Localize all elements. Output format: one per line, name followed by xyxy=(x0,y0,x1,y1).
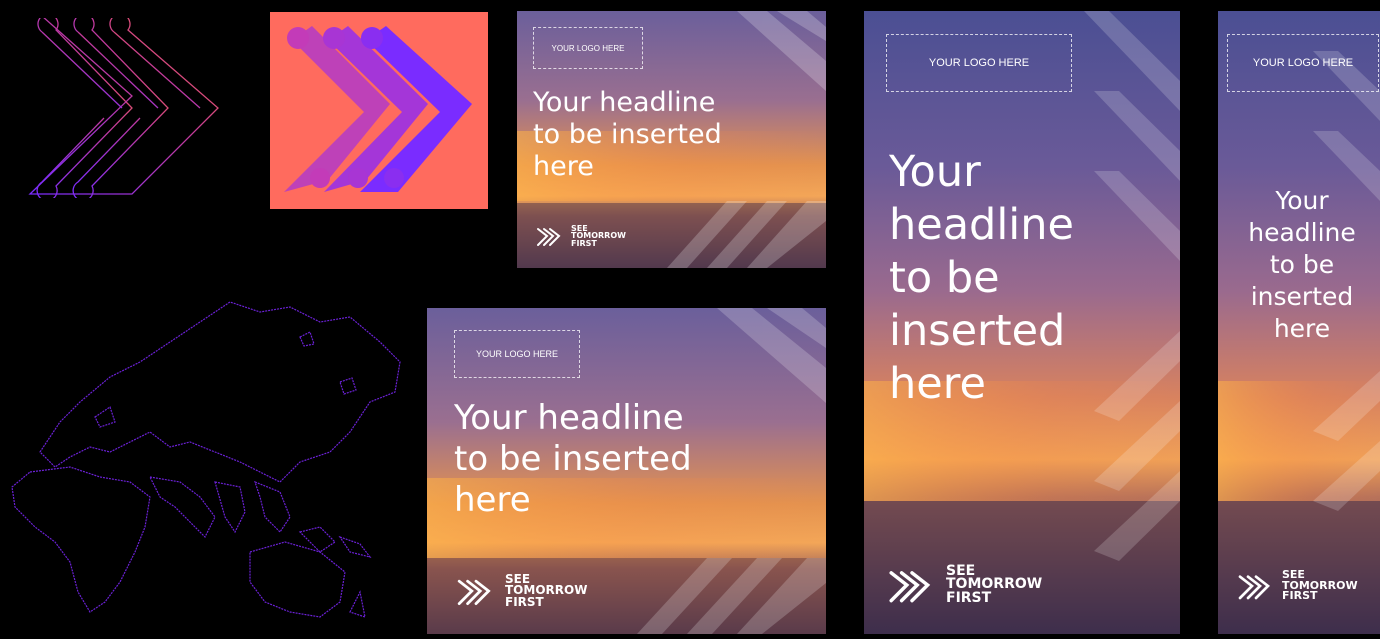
headline: Your headline to be inserted here xyxy=(1248,186,1356,343)
logo-placeholder: YOUR LOGO HERE xyxy=(886,34,1072,92)
logo-placeholder: YOUR LOGO HERE xyxy=(533,27,643,69)
triple-chevron-brand-icon xyxy=(1238,575,1271,600)
banner-ad-landscape-small: YOUR LOGO HERE Your headline to be inser… xyxy=(517,11,826,268)
brand-lockup: SEE TOMORROW FIRST xyxy=(886,559,1042,611)
logo-placeholder: YOUR LOGO HERE xyxy=(1227,34,1379,92)
triple-chevron-brand-icon xyxy=(457,579,491,605)
logo-placeholder: YOUR LOGO HERE xyxy=(454,330,580,378)
triple-chevron-brand-icon xyxy=(889,571,931,603)
triple-chevron-filled-icon xyxy=(270,12,488,209)
headline: Your headline to be inserted here xyxy=(533,87,722,182)
triple-chevron-brand-icon xyxy=(537,228,561,246)
brand-lockup: SEE TOMORROW FIRST xyxy=(455,570,587,612)
brand-lockup: SEE TOMORROW FIRST xyxy=(1236,566,1358,606)
banner-ad-portrait: YOUR LOGO HERE Your headline to be inser… xyxy=(864,11,1180,634)
headline: Your headline to be inserted here xyxy=(454,398,692,520)
triple-chevron-outline-icon xyxy=(22,13,228,202)
world-map-outline xyxy=(0,282,410,634)
banner-ad-square: YOUR LOGO HERE Your headline to be inser… xyxy=(427,308,826,634)
headline: Your headline to be inserted here xyxy=(889,147,1074,409)
banner-ad-skyscraper: YOUR LOGO HERE Your headline to be inser… xyxy=(1218,11,1380,634)
brand-lockup: SEE TOMORROW FIRST xyxy=(535,221,626,251)
